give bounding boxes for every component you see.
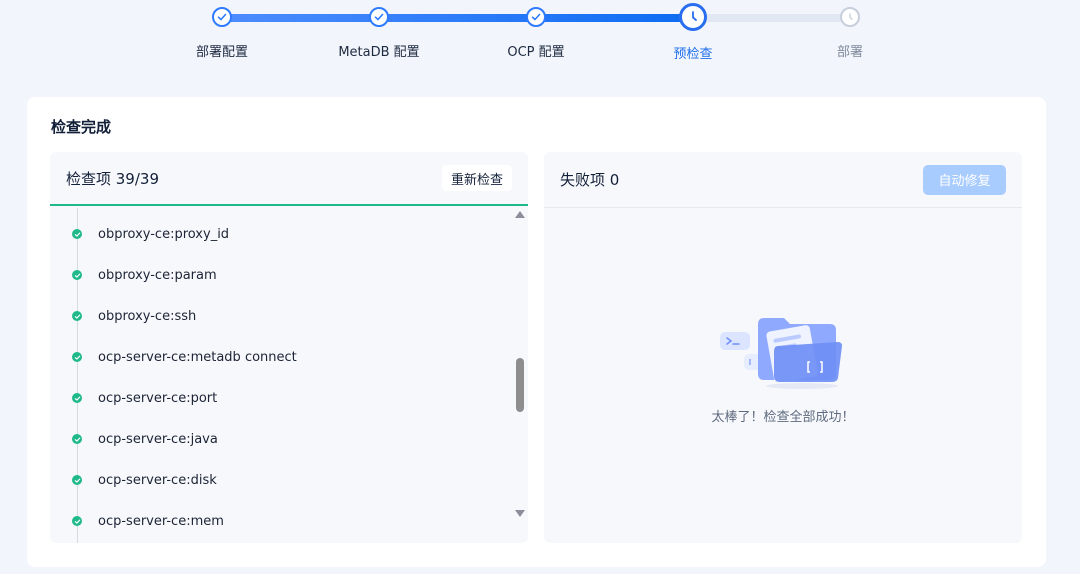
step-label: MetaDB 配置 bbox=[338, 45, 420, 60]
failed-items-title: 失败项 0 bbox=[560, 171, 620, 189]
step-deploy-config: 部署配置 bbox=[152, 5, 292, 60]
check-items-list: obproxy-ce:proxy_id obproxy-ce:param obp… bbox=[50, 208, 512, 543]
list-item: ocp-server-ce:java bbox=[72, 429, 218, 449]
step-progress: 部署配置 MetaDB 配置 OCP 配置 预检查 部署 bbox=[0, 0, 1080, 90]
check-items-header: 检查项 39/39 重新检查 bbox=[50, 152, 528, 206]
clock-icon bbox=[840, 7, 860, 27]
recheck-button[interactable]: 重新检查 bbox=[441, 165, 512, 191]
success-check-icon bbox=[72, 434, 82, 444]
success-illustration-icon bbox=[720, 318, 842, 389]
scroll-up-arrow-icon[interactable] bbox=[515, 211, 525, 218]
list-item: ocp-server-ce:mem bbox=[72, 511, 224, 531]
card-title: 检查完成 bbox=[51, 118, 112, 136]
step-precheck: 预检查 bbox=[623, 3, 763, 62]
step-label: 部署配置 bbox=[195, 45, 248, 60]
scroll-down-arrow-icon[interactable] bbox=[515, 510, 525, 517]
check-icon bbox=[369, 7, 389, 27]
list-item: ocp-server-ce:disk bbox=[72, 470, 217, 490]
check-items-title: 检查项 39/39 bbox=[66, 169, 159, 188]
failed-items-panel: 失败项 0 自动修复 太棒了！检查全部成功！ bbox=[544, 152, 1022, 543]
timeline-line bbox=[77, 208, 78, 543]
success-check-icon bbox=[72, 393, 82, 403]
success-check-icon bbox=[72, 352, 82, 362]
failed-items-header: 失败项 0 自动修复 bbox=[544, 152, 1022, 208]
step-deploy: 部署 bbox=[780, 5, 920, 60]
list-item: obproxy-ce:ssh bbox=[72, 306, 196, 326]
success-check-icon bbox=[72, 229, 82, 239]
check-item-name: obproxy-ce:proxy_id bbox=[98, 226, 230, 242]
empty-state-text: 太棒了！检查全部成功！ bbox=[711, 410, 855, 425]
check-item-name: ocp-server-ce:port bbox=[98, 390, 218, 406]
clock-icon bbox=[679, 3, 707, 31]
check-item-name: ocp-server-ce:java bbox=[98, 431, 218, 447]
success-check-icon bbox=[72, 311, 82, 321]
list-item: obproxy-ce:proxy_id bbox=[72, 224, 229, 244]
precheck-card: 检查完成 检查项 39/39 重新检查 obproxy-ce:proxy_id … bbox=[27, 97, 1046, 567]
check-icon bbox=[212, 7, 232, 27]
check-item-name: ocp-server-ce:mem bbox=[98, 513, 224, 529]
step-label: 预检查 bbox=[673, 47, 713, 62]
success-check-icon bbox=[72, 270, 82, 280]
check-item-name: ocp-server-ce:metadb connect bbox=[98, 349, 297, 365]
check-items-panel: 检查项 39/39 重新检查 obproxy-ce:proxy_id obpro… bbox=[50, 152, 528, 543]
success-check-icon bbox=[72, 475, 82, 485]
list-item: ocp-server-ce:port bbox=[72, 388, 217, 408]
step-ocp-config: OCP 配置 bbox=[466, 5, 606, 60]
empty-state: 太棒了！检查全部成功！ bbox=[544, 312, 1022, 425]
scroll-thumb[interactable] bbox=[516, 358, 524, 412]
step-label: OCP 配置 bbox=[507, 45, 565, 60]
check-item-name: obproxy-ce:param bbox=[98, 267, 217, 283]
auto-fix-button[interactable]: 自动修复 bbox=[923, 164, 1006, 195]
step-metadb-config: MetaDB 配置 bbox=[309, 5, 449, 60]
check-item-name: obproxy-ce:ssh bbox=[98, 308, 197, 324]
check-list-scrollbar[interactable] bbox=[512, 208, 528, 543]
success-check-icon bbox=[72, 516, 82, 526]
list-item: obproxy-ce:param bbox=[72, 265, 217, 285]
step-label: 部署 bbox=[836, 45, 863, 60]
check-item-name: ocp-server-ce:disk bbox=[98, 472, 217, 488]
list-item: ocp-server-ce:metadb connect bbox=[72, 347, 297, 367]
check-icon bbox=[526, 7, 546, 27]
